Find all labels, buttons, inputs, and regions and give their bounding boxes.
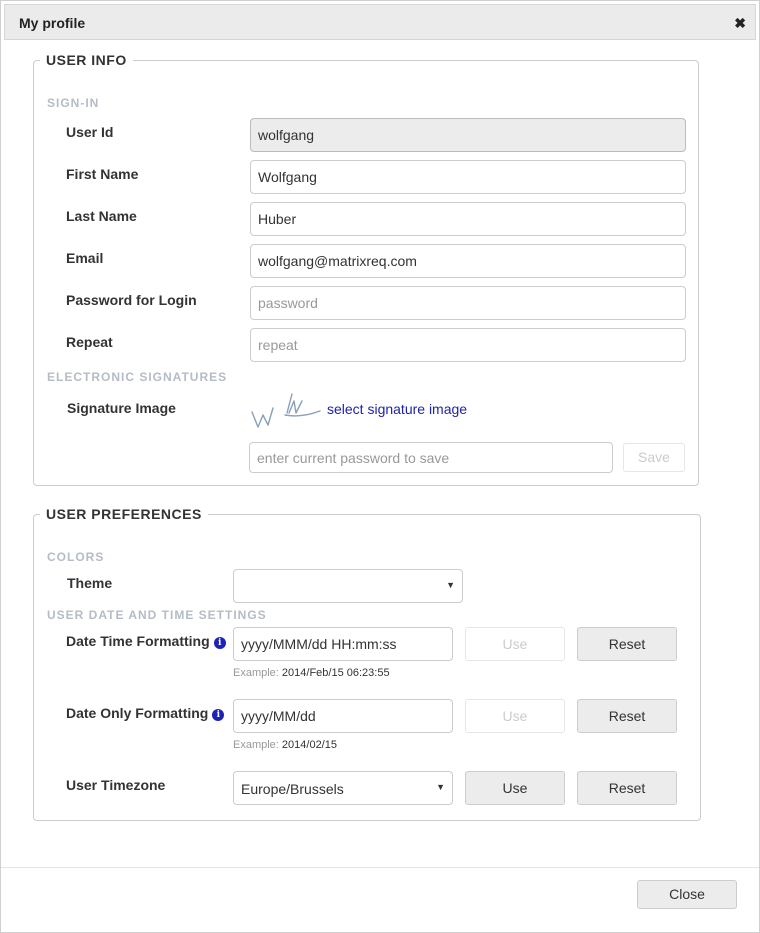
repeat-password-field[interactable]	[250, 328, 686, 362]
date-only-formatting-text: Date Only Formatting	[66, 705, 209, 721]
dialog-title: My profile	[19, 15, 86, 31]
date-only-use-button[interactable]: Use	[465, 699, 565, 733]
close-button[interactable]: Close	[637, 880, 737, 909]
first-name-label: First Name	[66, 166, 139, 182]
last-name-label: Last Name	[66, 208, 137, 224]
theme-select[interactable]: ▼	[233, 569, 463, 603]
repeat-password-label: Repeat	[66, 334, 113, 350]
info-icon[interactable]: i	[213, 637, 226, 649]
email-label: Email	[66, 250, 104, 266]
theme-label: Theme	[67, 575, 113, 591]
close-icon[interactable]: ✖	[734, 15, 746, 31]
date-time-reset-button[interactable]: Reset	[577, 627, 677, 661]
footer-divider	[1, 867, 759, 868]
sign-in-header: SIGN-IN	[47, 96, 100, 110]
user-id-label: User Id	[66, 124, 114, 140]
date-time-settings-header: USER DATE AND TIME SETTINGS	[47, 608, 267, 622]
signature-image-label: Signature Image	[67, 400, 176, 416]
current-password-field[interactable]	[249, 442, 613, 473]
last-name-field[interactable]	[250, 202, 686, 236]
date-only-formatting-label: Date Only Formatting i	[66, 705, 225, 721]
timezone-select-value: Europe/Brussels	[241, 781, 344, 797]
my-profile-dialog: My profile ✖ USER INFO SIGN-IN User Id F…	[0, 0, 760, 933]
colors-header: COLORS	[47, 550, 105, 564]
chevron-down-icon: ▼	[446, 580, 455, 590]
password-label: Password for Login	[66, 292, 197, 308]
electronic-signatures-header: ELECTRONIC SIGNATURES	[47, 370, 228, 384]
date-time-format-field[interactable]	[233, 627, 453, 661]
signature-image	[251, 393, 321, 428]
email-field[interactable]	[250, 244, 686, 278]
password-field[interactable]	[250, 286, 686, 320]
dialog-titlebar: My profile ✖	[4, 4, 756, 40]
chevron-down-icon: ▼	[436, 782, 445, 792]
first-name-field[interactable]	[250, 160, 686, 194]
date-only-reset-button[interactable]: Reset	[577, 699, 677, 733]
info-icon[interactable]: i	[212, 709, 225, 721]
user-info-legend: USER INFO	[46, 52, 127, 68]
save-button[interactable]: Save	[623, 443, 685, 472]
user-preferences-legend: USER PREFERENCES	[46, 506, 202, 522]
date-time-example: Example: 2014/Feb/15 06:23:55	[233, 667, 390, 679]
date-only-example: Example: 2014/02/15	[233, 739, 337, 751]
user-id-field	[250, 118, 686, 152]
timezone-use-button[interactable]: Use	[465, 771, 565, 805]
select-signature-image-link[interactable]: select signature image	[327, 401, 467, 417]
date-only-format-field[interactable]	[233, 699, 453, 733]
timezone-reset-button[interactable]: Reset	[577, 771, 677, 805]
date-time-use-button[interactable]: Use	[465, 627, 565, 661]
date-time-formatting-text: Date Time Formatting	[66, 633, 210, 649]
user-timezone-label: User Timezone	[66, 777, 166, 793]
date-time-formatting-label: Date Time Formatting i	[66, 633, 226, 649]
timezone-select[interactable]: Europe/Brussels ▼	[233, 771, 453, 805]
